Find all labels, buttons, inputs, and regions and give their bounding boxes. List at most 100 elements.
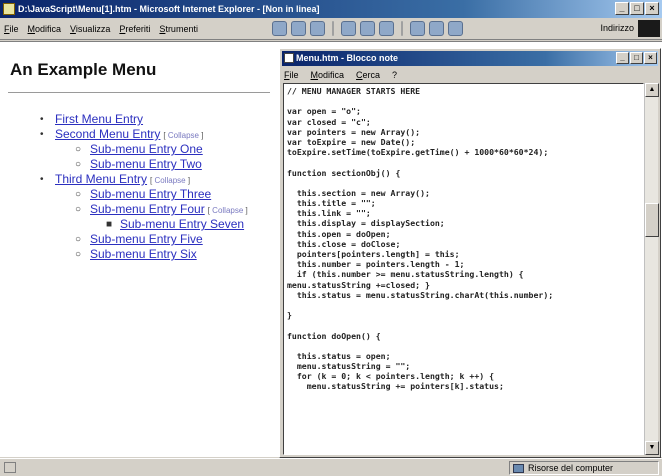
code-line: menu.statusString += pointers[k].status; xyxy=(287,381,504,392)
menu-entry-link[interactable]: Sub-menu Entry Five xyxy=(90,232,203,246)
notepad-close-button[interactable]: × xyxy=(644,52,657,64)
scroll-down-icon[interactable]: ▼ xyxy=(645,441,659,455)
menu-entry-link[interactable]: Sub-menu Entry Four xyxy=(90,202,205,216)
notepad-title: Menu.htm - Blocco note xyxy=(296,53,398,63)
menu-entry: ○ Sub-menu Entry Five xyxy=(40,232,248,247)
notepad-menu-help[interactable]: ? xyxy=(392,70,397,80)
maximize-button[interactable]: □ xyxy=(630,2,644,15)
code-line: this.status = menu.statusString.charAt(t… xyxy=(287,289,554,300)
circle-bullet-icon: ○ xyxy=(75,234,82,245)
home-icon[interactable] xyxy=(360,21,375,36)
menu-entry: ○ Sub-menu Entry Two xyxy=(40,157,248,172)
menu-strumenti[interactable]: Strumenti xyxy=(159,24,198,34)
scroll-up-icon[interactable]: ▲ xyxy=(645,83,659,97)
menu-preferiti[interactable]: Preferiti xyxy=(119,24,150,34)
collapse-label[interactable]: Collapse xyxy=(212,206,243,215)
ie-window-title: D:\JavaScript\Menu[1].htm - Microsoft In… xyxy=(18,4,320,14)
collapse-link[interactable]: [ Collapse ] xyxy=(208,206,248,215)
ie-throbber-logo xyxy=(638,20,660,37)
bullet-icon: • xyxy=(40,114,44,125)
security-zone-label: Risorse del computer xyxy=(528,463,614,473)
menu-entry-link[interactable]: Second Menu Entry xyxy=(55,127,160,141)
menu-file[interactable]: File xyxy=(4,24,19,34)
code-line: var pointers = new Array(); xyxy=(287,126,421,137)
collapse-label[interactable]: Collapse xyxy=(155,176,186,185)
history-icon[interactable] xyxy=(410,21,425,36)
code-line: // MENU MANAGER STARTS HERE xyxy=(287,86,421,96)
menu-entry-link[interactable]: Sub-menu Entry One xyxy=(90,142,203,156)
menu-entry: • First Menu Entry xyxy=(40,112,248,127)
code-line: this.title = ""; xyxy=(287,198,376,209)
menu-entry: • Third Menu Entry[ Collapse ] xyxy=(40,172,248,187)
notepad-maximize-button[interactable]: □ xyxy=(630,52,643,64)
menu-entry-link[interactable]: Sub-menu Entry Two xyxy=(90,157,202,171)
ie-window-controls: _ □ × xyxy=(615,2,659,15)
code-line: if (this.number >= menu.statusString.len… xyxy=(287,269,524,280)
page-status-icon xyxy=(4,462,16,473)
refresh-icon[interactable] xyxy=(341,21,356,36)
circle-bullet-icon: ○ xyxy=(75,144,82,155)
code-line: pointers[pointers.length] = this; xyxy=(287,249,460,259)
menu-entry-link[interactable]: First Menu Entry xyxy=(55,112,143,126)
toolbar-separator xyxy=(401,21,403,36)
stop-icon[interactable] xyxy=(310,21,325,36)
circle-bullet-icon: ■ xyxy=(106,219,113,230)
collapse-link[interactable]: [ Collapse ] xyxy=(150,176,190,185)
code-line: this.link = ""; xyxy=(287,208,371,219)
code-line: function doOpen() { xyxy=(287,330,381,341)
close-button[interactable]: × xyxy=(645,2,659,15)
code-line: toExpire.setTime(toExpire.getTime() + 10… xyxy=(287,147,549,158)
notepad-minimize-button[interactable]: _ xyxy=(616,52,629,64)
back-icon[interactable] xyxy=(272,21,287,36)
ie-statusbar: Risorse del computer xyxy=(0,458,662,476)
notepad-menu-cerca[interactable]: Cerca xyxy=(356,70,380,80)
notepad-menu-modifica[interactable]: Modifica xyxy=(311,70,345,80)
code-line: } xyxy=(287,310,292,321)
mail-icon[interactable] xyxy=(429,21,444,36)
minimize-button[interactable]: _ xyxy=(615,2,629,15)
print-icon[interactable] xyxy=(448,21,463,36)
forward-icon[interactable] xyxy=(291,21,306,36)
code-line: this.close = doClose; xyxy=(287,238,401,249)
code-line: var closed = "c"; xyxy=(287,116,371,127)
circle-bullet-icon: ○ xyxy=(75,189,82,200)
menu-entry-link[interactable]: Sub-menu Entry Three xyxy=(90,187,211,201)
address-label: Indirizzo xyxy=(600,23,634,33)
toolbar-separator xyxy=(332,21,334,36)
menu-entry-link[interactable]: Third Menu Entry xyxy=(55,172,147,186)
collapse-label[interactable]: Collapse xyxy=(168,131,199,140)
scroll-thumb[interactable] xyxy=(645,203,659,237)
computer-icon xyxy=(513,464,524,473)
code-line: var toExpire = new Date(); xyxy=(287,136,416,147)
ie-app-icon xyxy=(3,3,15,15)
horizontal-rule xyxy=(8,92,270,93)
menu-visualizza[interactable]: Visualizza xyxy=(70,24,110,34)
code-line: this.section = new Array(); xyxy=(287,187,430,198)
collapse-link[interactable]: [ Collapse ] xyxy=(163,131,203,140)
ie-titlebar: D:\JavaScript\Menu[1].htm - Microsoft In… xyxy=(0,0,662,18)
menu-entry-link[interactable]: Sub-menu Entry Six xyxy=(90,247,197,261)
circle-bullet-icon: ○ xyxy=(75,204,82,215)
notepad-text-area[interactable]: // MENU MANAGER STARTS HERE var open = "o… xyxy=(283,83,644,455)
menu-entry-link[interactable]: Sub-menu Entry Seven xyxy=(120,217,244,231)
circle-bullet-icon: ○ xyxy=(75,249,82,260)
menu-entry: ○ Sub-menu Entry Three xyxy=(40,187,248,202)
circle-bullet-icon: ○ xyxy=(75,159,82,170)
ie-menubar: File Modifica Visualizza Preferiti Strum… xyxy=(0,18,662,40)
menu-entry: • Second Menu Entry[ Collapse ] xyxy=(40,127,248,142)
code-line: function sectionObj() { xyxy=(287,167,401,178)
ie-toolbar xyxy=(272,21,463,36)
code-line: var open = "o"; xyxy=(287,106,361,117)
notepad-icon xyxy=(284,53,294,63)
menu-modifica[interactable]: Modifica xyxy=(28,24,62,34)
security-zone: Risorse del computer xyxy=(509,461,659,475)
notepad-menu-file[interactable]: File xyxy=(284,70,299,80)
notepad-titlebar: Menu.htm - Blocco note _ □ × xyxy=(282,51,658,66)
code-line: this.number = pointers.length - 1; xyxy=(287,259,465,270)
notepad-scrollbar[interactable]: ▲ ▼ xyxy=(644,83,659,455)
search-icon[interactable] xyxy=(379,21,394,36)
